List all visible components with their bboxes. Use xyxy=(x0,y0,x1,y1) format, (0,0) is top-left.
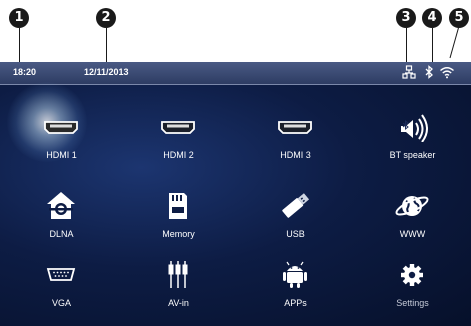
status-bar: 18:20 12/11/2013 xyxy=(0,62,471,85)
callout-markers: 1 2 3 4 5 xyxy=(0,0,471,66)
tile-label: HDMI 2 xyxy=(163,150,194,160)
tile-label: HDMI 1 xyxy=(46,150,77,160)
tile-hdmi-1[interactable]: HDMI 1 xyxy=(3,82,120,182)
tile-www[interactable]: WWW xyxy=(354,183,471,261)
callout-5-leader xyxy=(449,25,460,59)
tile-label: APPs xyxy=(284,298,307,308)
tile-apps[interactable]: APPs xyxy=(237,252,354,326)
tile-dlna[interactable]: DLNA xyxy=(3,183,120,261)
vga-icon xyxy=(46,268,76,281)
tile-bt-speaker[interactable]: BT speaker xyxy=(354,104,471,182)
tile-usb[interactable]: USB xyxy=(237,183,354,261)
hdmi-icon xyxy=(44,121,78,134)
clock-date: 12/11/2013 xyxy=(84,67,129,77)
bt-speaker-icon xyxy=(401,114,428,142)
tile-label: Settings xyxy=(396,298,429,308)
memory-card-icon xyxy=(169,193,187,219)
dlna-icon xyxy=(47,192,75,219)
globe-icon xyxy=(395,196,429,216)
gear-icon xyxy=(401,264,423,286)
tile-label: BT speaker xyxy=(389,150,436,160)
tile-label: Memory xyxy=(162,229,195,239)
bluetooth-icon xyxy=(425,65,433,79)
clock-time: 18:20 xyxy=(13,67,37,77)
tile-label: HDMI 3 xyxy=(280,150,311,160)
tile-settings[interactable]: Settings xyxy=(354,252,471,326)
network-icon xyxy=(402,65,416,79)
android-icon xyxy=(283,261,307,288)
tile-av-in[interactable]: AV-in xyxy=(120,252,237,326)
tile-hdmi-2[interactable]: HDMI 2 xyxy=(120,104,237,182)
tile-label: USB xyxy=(286,229,305,239)
tile-label: DLNA xyxy=(49,229,74,239)
tile-label: WWW xyxy=(399,229,426,239)
hdmi-icon xyxy=(278,121,312,134)
tile-memory[interactable]: Memory xyxy=(120,183,237,261)
hdmi-icon xyxy=(161,121,195,134)
tile-label: AV-in xyxy=(168,298,189,308)
tile-label: VGA xyxy=(51,298,71,308)
tile-vga[interactable]: VGA xyxy=(3,252,120,326)
usb-icon xyxy=(282,193,310,218)
wifi-icon xyxy=(440,67,454,79)
tile-hdmi-3[interactable]: HDMI 3 xyxy=(237,104,354,182)
callout-5: 5 xyxy=(449,8,469,28)
home-screen: 18:20 12/11/2013 HDMI 1 HDMI 2 HDMI 3 BT… xyxy=(0,62,471,326)
av-in-icon xyxy=(168,261,188,288)
